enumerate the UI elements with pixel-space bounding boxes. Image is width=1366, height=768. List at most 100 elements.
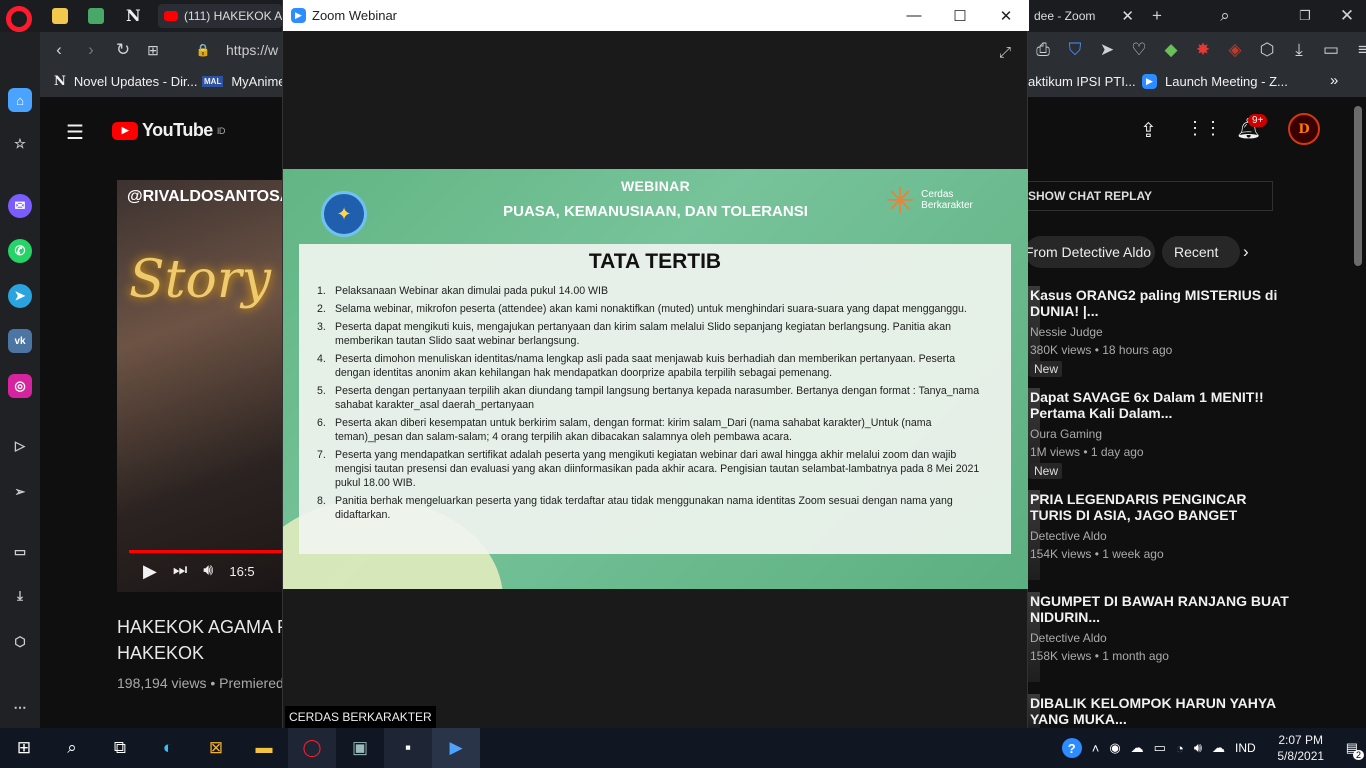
lock-icon: 🔒: [195, 43, 211, 57]
notification-center-icon[interactable]: ▤ 2: [1346, 740, 1364, 760]
recommendation-item[interactable]: Dapat SAVAGE 6x Dalam 1 MENIT!! Pertama …: [1030, 389, 1290, 479]
chevron-right-icon[interactable]: ›: [1243, 242, 1249, 262]
bookmark-myanimelist[interactable]: MAL MyAnimeL: [202, 74, 293, 89]
opera-taskbar-icon[interactable]: ◯: [288, 728, 336, 768]
store-icon[interactable]: ⊠: [192, 728, 240, 768]
hamburger-menu-icon[interactable]: ☰: [66, 120, 84, 145]
windows-start-icon[interactable]: ⊞: [0, 728, 48, 768]
chip-recent[interactable]: Recent: [1162, 236, 1240, 268]
bookmark-launch-meeting[interactable]: ▶ Launch Meeting - Z...: [1142, 74, 1288, 89]
bookmark-novel-updates[interactable]: N Novel Updates - Dir...: [54, 74, 197, 89]
restore-window-icon[interactable]: ❐: [1292, 3, 1318, 29]
volume-icon[interactable]: 🔊︎: [203, 562, 213, 580]
search-icon[interactable]: ⌕: [48, 728, 96, 768]
cloud-icon[interactable]: ☁: [1131, 740, 1144, 756]
play-icon[interactable]: ▶: [143, 561, 157, 582]
minimize-icon[interactable]: —: [891, 0, 937, 31]
send-icon[interactable]: ➤: [1094, 37, 1120, 63]
language-indicator[interactable]: IND: [1235, 741, 1256, 755]
star-logo-icon: ✳: [885, 179, 916, 221]
avatar[interactable]: D: [1288, 113, 1320, 145]
battery-icon[interactable]: ▭: [1154, 740, 1166, 756]
app-icon[interactable]: ▣: [336, 728, 384, 768]
instagram-icon[interactable]: ◎: [8, 374, 32, 398]
menu-icon[interactable]: ≡: [1350, 37, 1366, 63]
zoom-taskbar-icon[interactable]: ▶: [432, 728, 480, 768]
pinned-tab-icon[interactable]: [52, 8, 68, 24]
download-icon[interactable]: ⤓: [8, 584, 32, 608]
forward-icon[interactable]: ›: [78, 37, 104, 63]
show-chat-replay-button[interactable]: SHOW CHAT REPLAY: [1025, 181, 1273, 211]
apps-grid-icon[interactable]: ⋮⋮: [1186, 118, 1222, 139]
reload-icon[interactable]: ↻: [110, 37, 136, 63]
wifi-icon[interactable]: ◔: [1176, 741, 1184, 756]
fullscreen-icon[interactable]: ⤢: [999, 44, 1011, 61]
cube-icon[interactable]: ⬡: [8, 630, 32, 654]
zoom-icon: ▶: [291, 8, 306, 23]
file-explorer-icon[interactable]: ▬: [240, 728, 288, 768]
cube-icon[interactable]: ⬡: [1254, 37, 1280, 63]
player-icon[interactable]: ▷: [8, 434, 32, 458]
clock[interactable]: 2:07 PM 5/8/2021: [1266, 732, 1336, 764]
close-icon[interactable]: ✕: [983, 0, 1029, 31]
volume-icon[interactable]: 🔊︎: [1194, 740, 1202, 756]
next-icon[interactable]: ⏭: [173, 562, 187, 580]
tab-zoom[interactable]: dee - Zoom ✕: [1028, 4, 1140, 28]
messenger-icon[interactable]: ✉: [8, 194, 32, 218]
close-tab-icon[interactable]: ✕: [1121, 7, 1134, 25]
chip-from-detective-aldo[interactable]: From Detective Aldo: [1025, 236, 1155, 268]
youtube-logo[interactable]: ▶ YouTube ID: [112, 120, 225, 141]
pinned-tab-icon[interactable]: [88, 8, 104, 24]
telegram-icon[interactable]: ➤: [8, 284, 32, 308]
new-badge: New: [1030, 463, 1063, 479]
cerdas-berkarakter-logo: ✳ Cerdas Berkarakter: [885, 179, 973, 221]
snapshot-icon[interactable]: ▭: [8, 540, 32, 564]
recommendation-item[interactable]: Kasus ORANG2 paling MISTERIUS di DUNIA! …: [1030, 287, 1290, 377]
tab-youtube[interactable]: (111) HAKEKOK AG: [158, 4, 282, 28]
back-icon[interactable]: ‹: [46, 37, 72, 63]
new-tab-icon[interactable]: +: [1144, 3, 1170, 29]
rule-item: 7. Peserta yang mendapatkan sertifikat ad…: [317, 449, 980, 489]
more-bookmarks-icon[interactable]: »: [1330, 72, 1338, 89]
close-window-icon[interactable]: ✕: [1334, 3, 1360, 29]
camera-icon[interactable]: ⎙: [1030, 37, 1056, 63]
battery-icon[interactable]: ▭: [1318, 37, 1344, 63]
edge-icon[interactable]: ◐: [144, 728, 192, 768]
maximize-icon[interactable]: ☐: [937, 0, 983, 31]
chevron-up-icon[interactable]: ˄: [1092, 741, 1100, 756]
task-view-icon[interactable]: ⧉: [96, 728, 144, 768]
star-icon[interactable]: ☆: [8, 132, 32, 156]
download-icon[interactable]: ⤓: [1286, 37, 1312, 63]
novel-updates-tab-icon[interactable]: N: [126, 6, 141, 25]
shield-icon[interactable]: ⛉: [1062, 37, 1088, 63]
opera-logo-icon[interactable]: [6, 6, 32, 32]
terminal-icon[interactable]: ▪: [384, 728, 432, 768]
home-icon[interactable]: ⌂: [8, 88, 32, 112]
search-tabs-icon[interactable]: ⌕: [1212, 3, 1238, 29]
send-icon[interactable]: ➢: [8, 480, 32, 504]
extension-icon[interactable]: ◆: [1158, 37, 1184, 63]
extension-icon[interactable]: ✸: [1190, 37, 1216, 63]
recommendation-item[interactable]: PRIA LEGENDARIS PENGINCAR TURIS DI ASIA,…: [1030, 491, 1290, 561]
scrollbar[interactable]: [1354, 106, 1362, 266]
whatsapp-icon[interactable]: ✆: [8, 239, 32, 263]
help-icon[interactable]: ?: [1061, 738, 1082, 758]
rule-item: 3. Peserta dapat mengikuti kuis, mengajuk…: [317, 321, 951, 347]
vk-icon[interactable]: vk: [8, 329, 32, 353]
notification-count-badge: 9+: [1248, 114, 1268, 127]
opera-sidebar: ⌂ ☆ ✉ ✆ ➤ vk ◎ ▷ ➢ ▭ ⤓ ⬡ ⋯: [0, 32, 40, 728]
url-field[interactable]: https://w: [226, 42, 278, 58]
onedrive-icon[interactable]: ☁: [1212, 740, 1225, 756]
extension-icon[interactable]: ◈: [1222, 37, 1248, 63]
more-icon[interactable]: ⋯: [8, 696, 32, 720]
recommendation-item[interactable]: DIBALIK KELOMPOK HARUN YAHYA YANG MUKA..…: [1030, 695, 1290, 727]
bookmark-praktikum[interactable]: aktikum IPSI PTI...: [1028, 74, 1136, 89]
youtube-play-icon: ▶: [112, 121, 138, 140]
rule-item: 8. Panitia berhak mengeluarkan peserta ya…: [317, 495, 953, 521]
video-time: 16:5: [229, 563, 255, 579]
heart-icon[interactable]: ♡: [1126, 37, 1152, 63]
recommendation-item[interactable]: NGUMPET DI BAWAH RANJANG BUAT NIDURIN...…: [1030, 593, 1290, 663]
tiles-icon[interactable]: ⊞: [140, 37, 166, 63]
camera-tray-icon[interactable]: ◉: [1109, 740, 1120, 756]
upload-icon[interactable]: ⇪: [1140, 118, 1157, 143]
